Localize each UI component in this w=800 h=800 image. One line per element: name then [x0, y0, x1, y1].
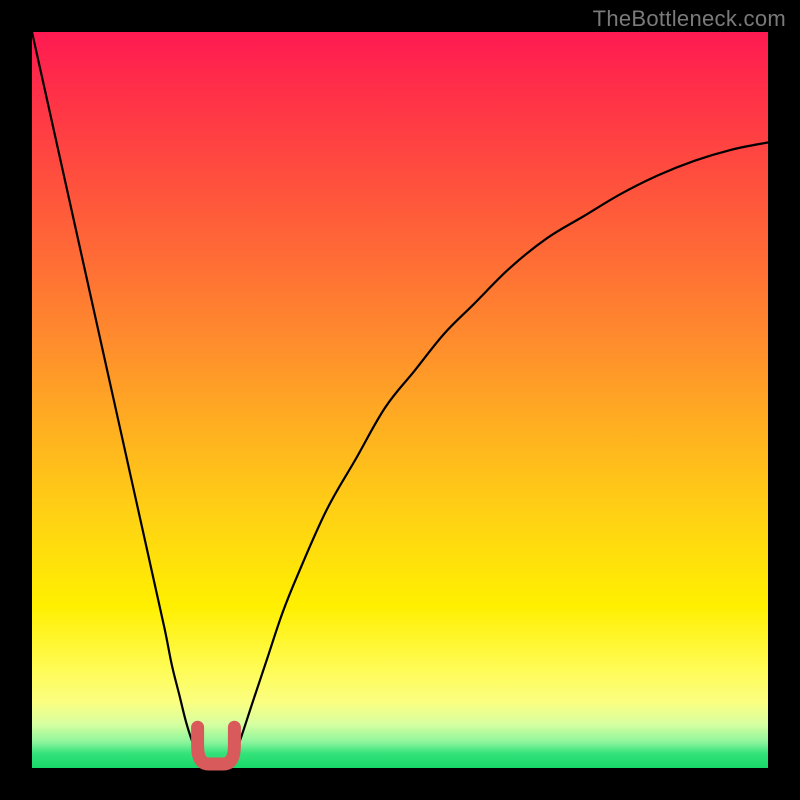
curve-lines: [32, 32, 768, 761]
u-marker-path: [198, 727, 235, 764]
u-marker: [198, 727, 235, 764]
chart-frame: TheBottleneck.com: [0, 0, 800, 800]
chart-svg: [32, 32, 768, 768]
series-right-branch: [231, 142, 768, 760]
series-left-branch: [32, 32, 201, 761]
attribution-text: TheBottleneck.com: [593, 6, 786, 32]
